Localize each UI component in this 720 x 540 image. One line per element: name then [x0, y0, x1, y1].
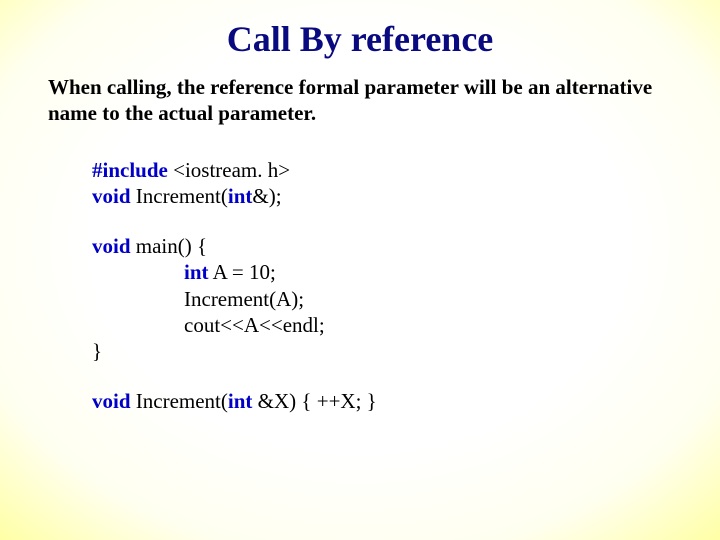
code-line: void Increment(int&);: [92, 183, 672, 209]
code-text: main() {: [131, 234, 208, 258]
code-line: void main() {: [92, 233, 672, 259]
code-section-func: void Increment(int &X) { ++X; }: [92, 388, 672, 414]
code-text: A = 10;: [209, 260, 276, 284]
keyword-int: int: [184, 260, 209, 284]
intro-text: When calling, the reference formal param…: [48, 74, 672, 127]
code-text: <iostream. h>: [168, 158, 290, 182]
keyword-include: #include: [92, 158, 168, 182]
code-block: #include <iostream. h> void Increment(in…: [92, 157, 672, 415]
code-section-include: #include <iostream. h> void Increment(in…: [92, 157, 672, 210]
code-line: cout<<A<<endl;: [92, 312, 672, 338]
code-text: Increment(: [131, 184, 228, 208]
keyword-void: void: [92, 234, 131, 258]
code-section-main: void main() { int A = 10; Increment(A); …: [92, 233, 672, 364]
slide-title: Call By reference: [48, 18, 672, 60]
keyword-void: void: [92, 184, 131, 208]
code-line: }: [92, 338, 672, 364]
code-line: void Increment(int &X) { ++X; }: [92, 388, 672, 414]
code-text: &);: [252, 184, 281, 208]
code-line: #include <iostream. h>: [92, 157, 672, 183]
keyword-int: int: [228, 184, 253, 208]
keyword-void: void: [92, 389, 131, 413]
keyword-int: int: [228, 389, 253, 413]
code-text: Increment(: [131, 389, 228, 413]
code-line: Increment(A);: [92, 286, 672, 312]
code-text: &X) { ++X; }: [252, 389, 376, 413]
slide: Call By reference When calling, the refe…: [0, 0, 720, 415]
code-line: int A = 10;: [92, 259, 672, 285]
